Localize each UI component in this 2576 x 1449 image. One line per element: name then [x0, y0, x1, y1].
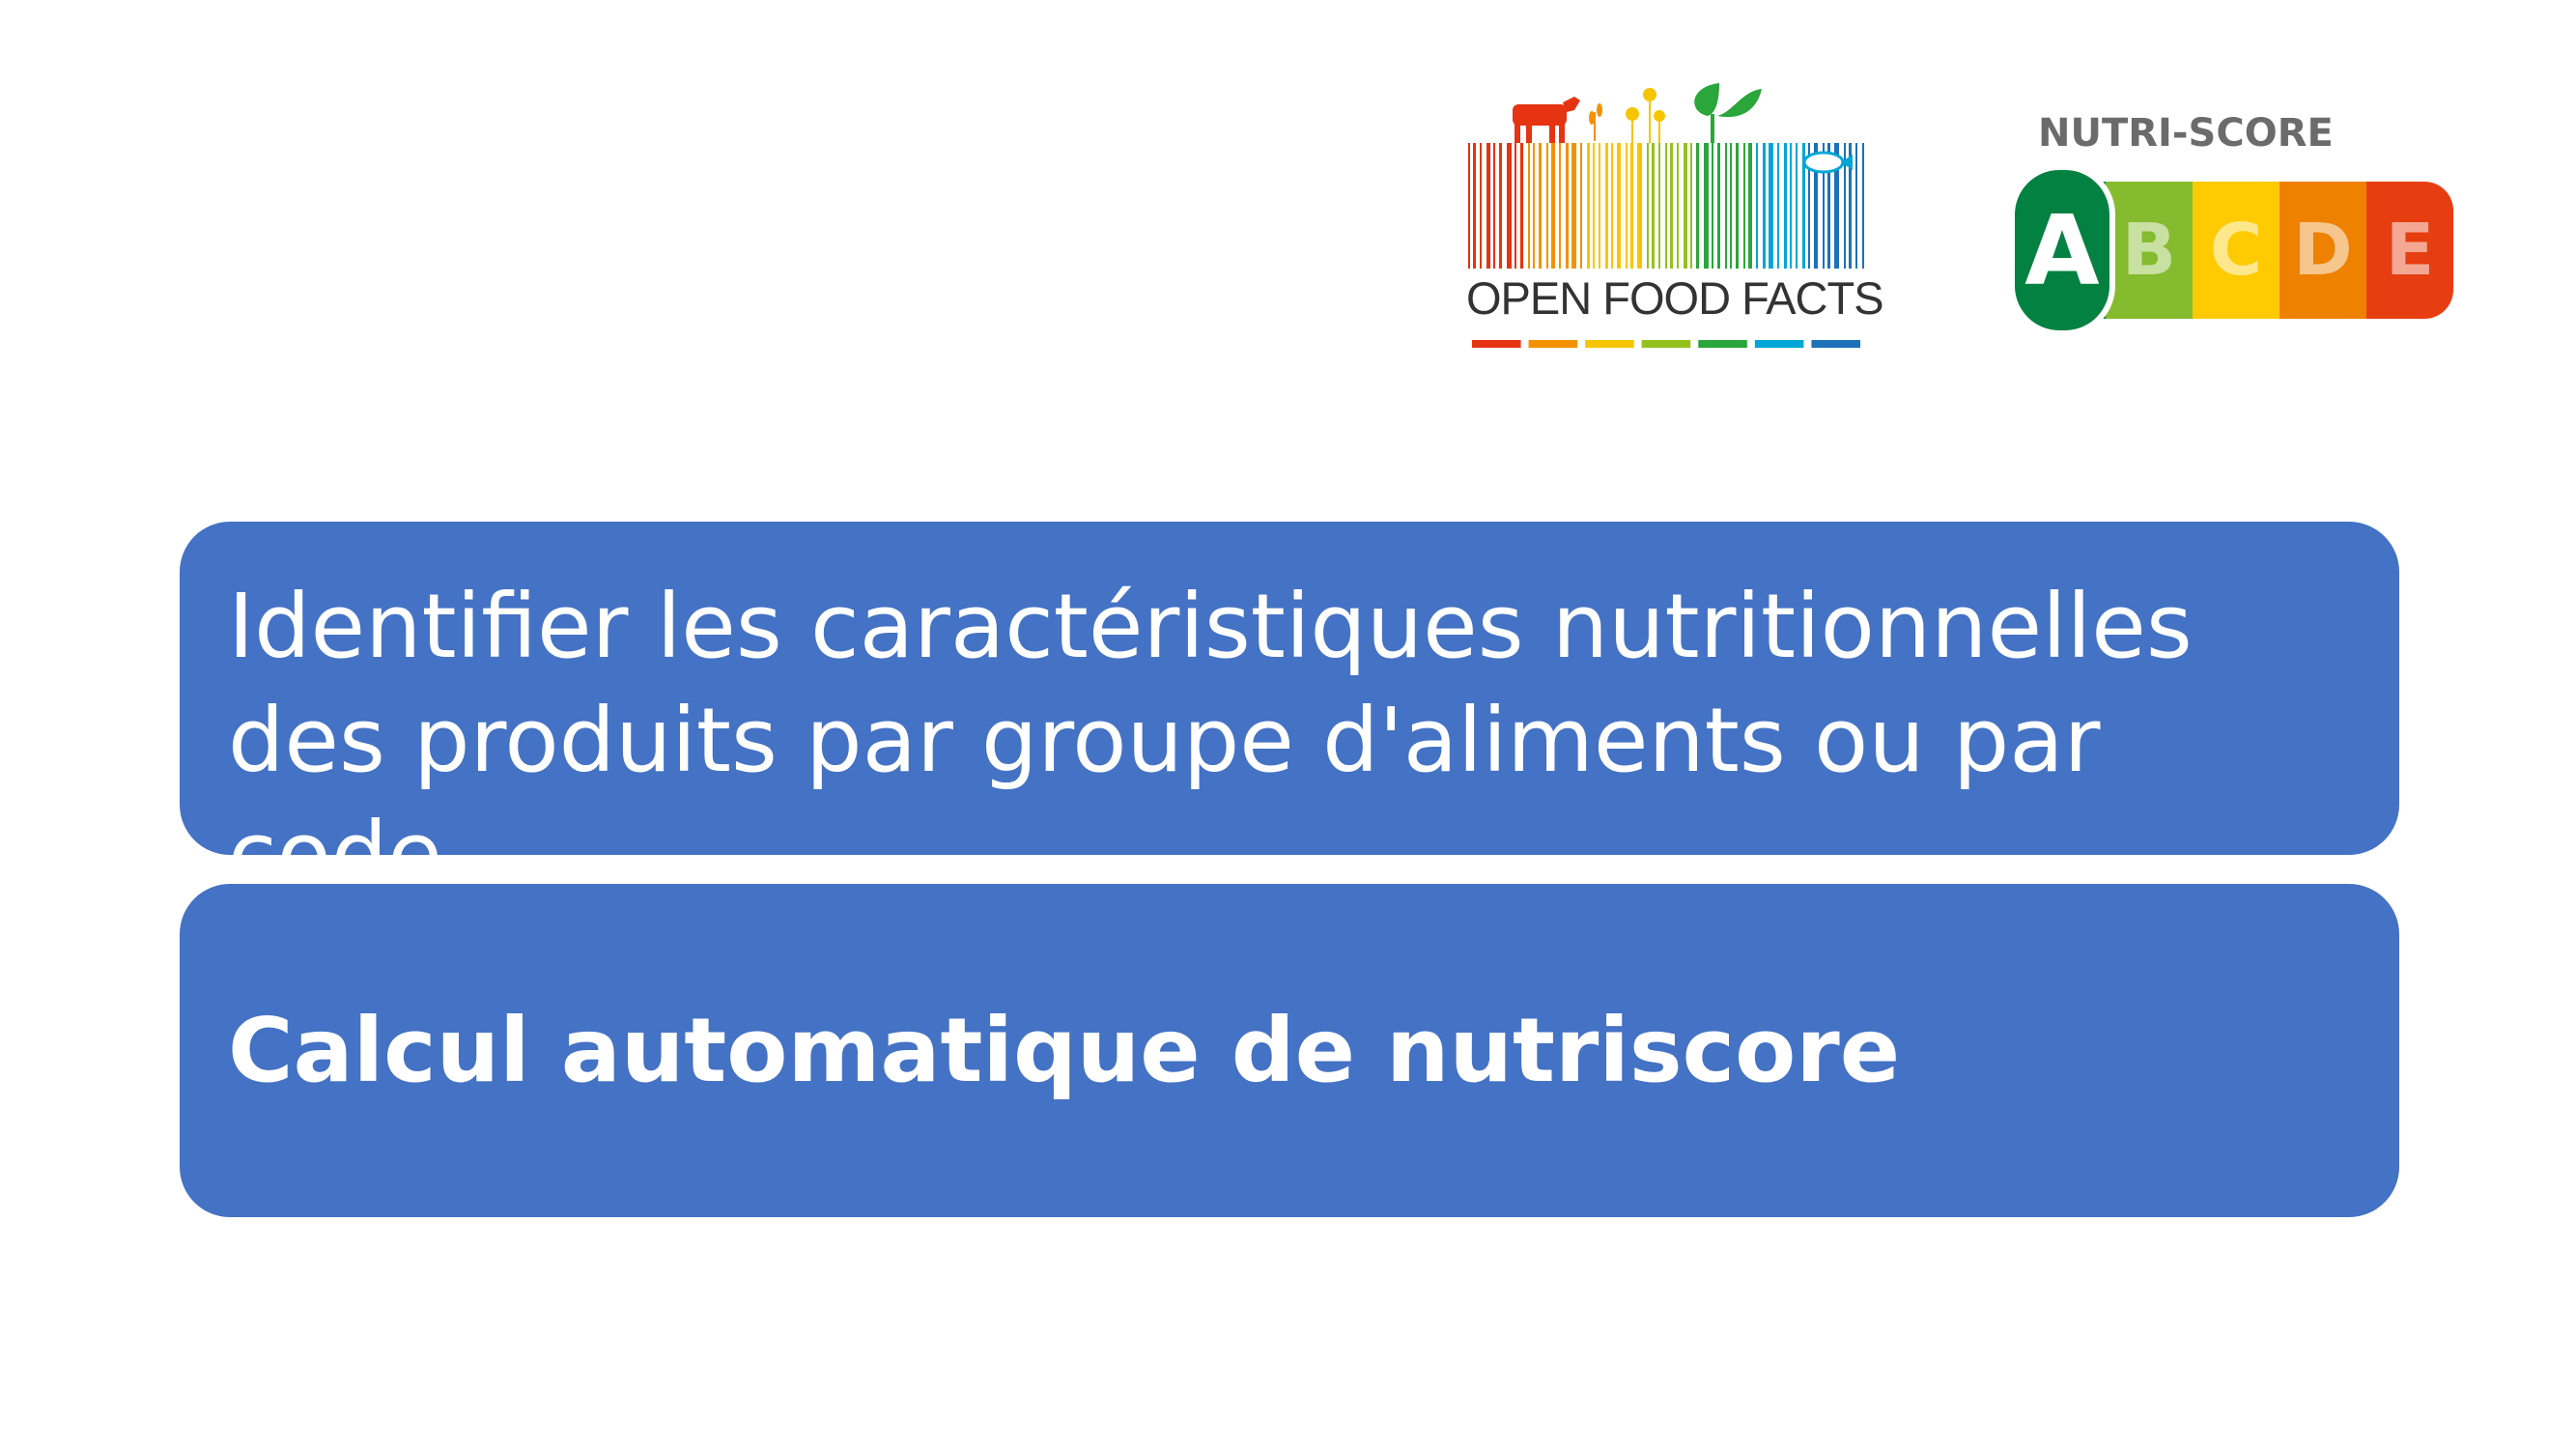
- barcode-bar: [1736, 143, 1739, 269]
- barcode-bar: [1473, 143, 1476, 269]
- barcode-bar: [1748, 143, 1752, 269]
- barcode-bar: [1559, 143, 1561, 269]
- barcode-bar: [1528, 143, 1530, 269]
- nutri-score-grade-c: C: [2193, 182, 2279, 319]
- barcode-bar: [1862, 143, 1864, 269]
- barcode-bar: [1696, 143, 1699, 269]
- nutri-score-grade-e: E: [2366, 182, 2453, 319]
- barcode-bar: [1499, 143, 1502, 269]
- open-food-facts-wordmark: OPEN FOOD FACTS: [1466, 272, 1884, 324]
- barcode-bar: [1520, 143, 1523, 269]
- barcode-bar: [1587, 143, 1590, 269]
- barcode-bar: [1677, 143, 1679, 269]
- barcode-bar: [1690, 143, 1692, 269]
- open-food-facts-logo: OPEN FOOD FACTS: [1466, 77, 1884, 353]
- barcode-bar: [1730, 143, 1732, 269]
- barcode-bar: [1551, 143, 1555, 269]
- barcode-bar: [1855, 143, 1857, 269]
- underline-segment: [1472, 340, 1521, 348]
- barcode-bar: [1652, 143, 1655, 269]
- barcode-bar: [1507, 143, 1512, 269]
- info-box-identify-nutrition: Identifier les caractéristiques nutritio…: [180, 522, 2399, 906]
- barcode-bar: [1566, 143, 1569, 269]
- barcode-bar: [1658, 143, 1660, 269]
- barcode-bar: [1593, 143, 1595, 269]
- barcode-bar: [1480, 143, 1482, 269]
- info-box-nutriscore-calculation-text: Calcul automatique de nutriscore: [228, 999, 1901, 1102]
- underline-segment: [1528, 340, 1578, 348]
- nutri-score-grade-d: D: [2279, 182, 2366, 319]
- underline-segment: [1585, 340, 1634, 348]
- underline-segment: [1698, 340, 1747, 348]
- barcode-bar: [1493, 143, 1495, 269]
- barcode-bar: [1796, 143, 1798, 269]
- barcode-bar: [1790, 143, 1792, 269]
- underline-segment: [1641, 340, 1691, 348]
- barcode-bar: [1533, 143, 1535, 269]
- nutri-score-selected-grade: A: [2009, 164, 2115, 336]
- barcode-bar: [1769, 143, 1773, 269]
- info-box-nutriscore-calculation: Calcul automatique de nutriscore: [180, 884, 2399, 1217]
- barcode-bar: [1580, 143, 1582, 269]
- barcode-bar: [1626, 143, 1628, 269]
- sprout-icon: [1694, 83, 1762, 143]
- barcode-bar: [1684, 143, 1687, 269]
- barcode-bar: [1756, 143, 1758, 269]
- underline-segment: [1754, 340, 1804, 348]
- barcode-bar: [1665, 143, 1667, 269]
- info-box-identify-nutrition-text: Identifier les caractéristiques nutritio…: [228, 575, 2193, 906]
- barcode-bar: [1743, 143, 1745, 269]
- wheat-icon: [1589, 103, 1602, 141]
- nutri-score-logo: NUTRI-SCORE B C D E A: [2009, 114, 2463, 351]
- barcode-bar: [1717, 143, 1720, 269]
- barcode-bar: [1539, 143, 1542, 269]
- barcode-bar: [1630, 143, 1633, 269]
- barcode-bar: [1514, 143, 1516, 269]
- nutri-score-title: NUTRI-SCORE: [2038, 111, 2334, 156]
- barcode-bar: [1571, 143, 1576, 269]
- cow-icon: [1513, 97, 1580, 143]
- barcode-bar: [1763, 143, 1766, 269]
- slide: OPEN FOOD FACTS NUTRI-SCORE B C D E A Id…: [0, 0, 2576, 1449]
- barcode-bar: [1611, 143, 1613, 269]
- barcode-bar: [1784, 143, 1787, 269]
- barcode-bar: [1599, 143, 1600, 269]
- barcode-bar: [1725, 143, 1727, 269]
- barcode-bar: [1617, 143, 1621, 269]
- barcode-bar: [1486, 143, 1490, 269]
- barcode-bar: [1670, 143, 1673, 269]
- underline-segment: [1811, 340, 1860, 348]
- barcode-bar: [1637, 143, 1642, 269]
- nutri-score-grade-b: B: [2106, 182, 2193, 319]
- barcode-bar: [1468, 143, 1470, 269]
- barcode-bar: [1546, 143, 1548, 269]
- barcode-bar: [1712, 143, 1713, 269]
- barcode-bar: [1777, 143, 1779, 269]
- barcode-bar: [1704, 143, 1709, 269]
- barcode-bar: [1647, 143, 1649, 269]
- flower-icon: [1626, 88, 1665, 143]
- barcode-bar: [1605, 143, 1608, 269]
